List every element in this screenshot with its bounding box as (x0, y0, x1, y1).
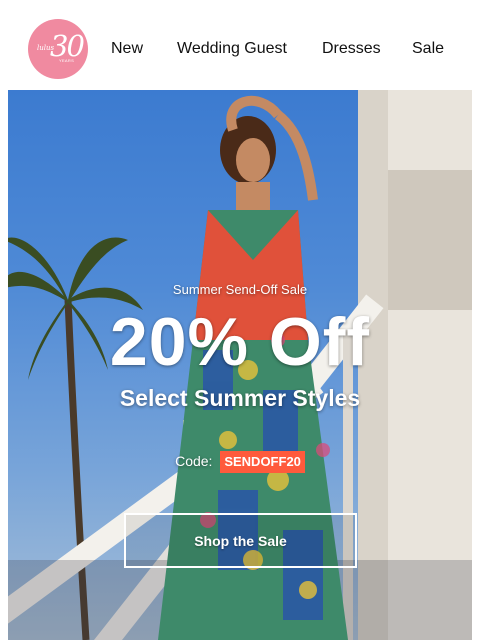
nav-link-wedding-guest[interactable]: Wedding Guest (177, 39, 287, 58)
promo-code-row: Code: SENDOFF20 (8, 451, 472, 473)
nav-link-new[interactable]: New (111, 39, 143, 58)
nav-link-dresses[interactable]: Dresses (322, 39, 381, 58)
hero-subhead: Select Summer Styles (119, 385, 361, 411)
nav-link-sale[interactable]: Sale (412, 39, 444, 58)
shop-the-sale-button[interactable]: Shop the Sale (124, 513, 357, 568)
hero-eyebrow: Summer Send-Off Sale (172, 282, 308, 297)
brand-logo[interactable]: lulus 30 YEARS (28, 19, 88, 79)
email-header: lulus 30 YEARS New Wedding Guest Dresses… (0, 0, 480, 90)
hero-banner[interactable]: Summer Send-Off Sale 20% Off Select Summ… (8, 90, 472, 640)
promo-code-label: Code: (175, 453, 213, 469)
logo-years-label: YEARS (59, 58, 75, 63)
hero-headline: 20% Off (109, 304, 371, 380)
promo-code-badge: SENDOFF20 (220, 451, 305, 473)
